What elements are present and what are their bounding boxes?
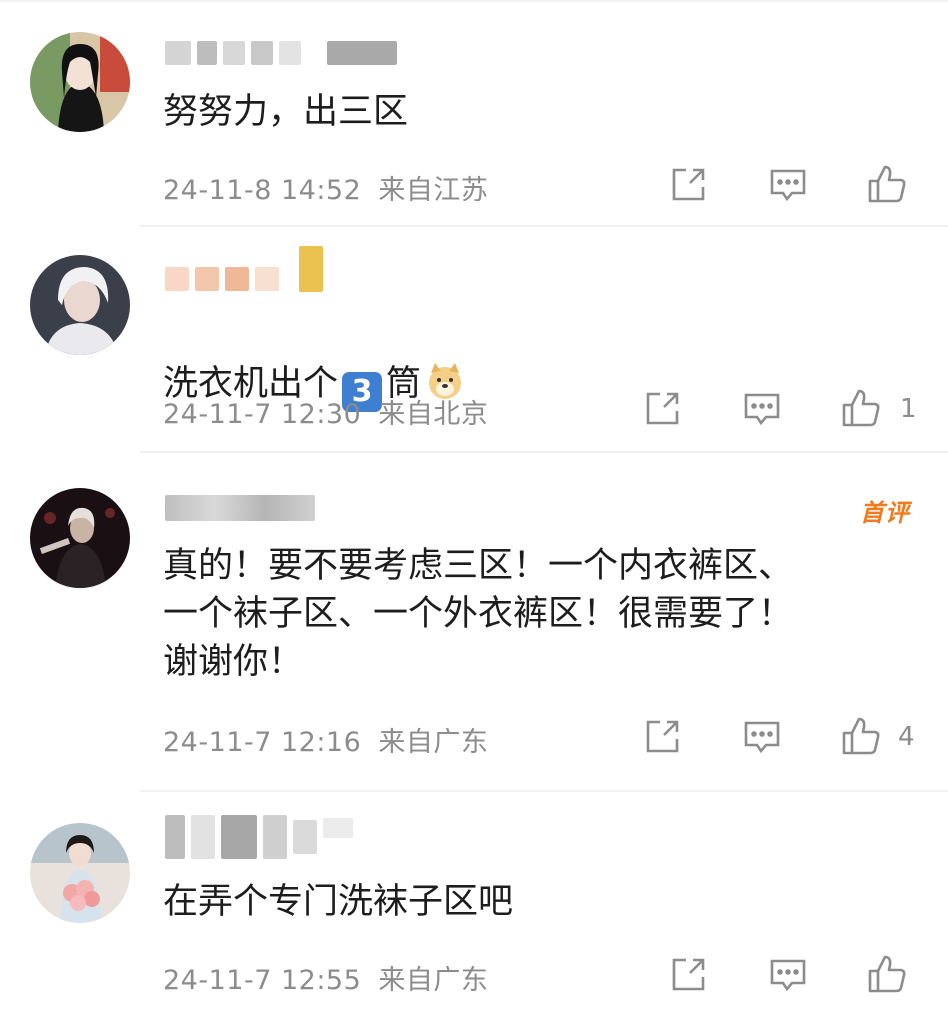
comment-icon[interactable] <box>768 165 808 205</box>
share-icon[interactable] <box>642 389 682 429</box>
like-count: 4 <box>898 722 915 752</box>
separator <box>140 451 948 453</box>
avatar[interactable] <box>30 255 130 355</box>
share-icon[interactable] <box>642 717 682 757</box>
separator <box>140 225 948 227</box>
first-comment-badge: 首评 <box>860 499 910 527</box>
comment-meta: 24-11-7 12:16 来自广东 <box>163 720 488 759</box>
comment-time: 24-11-7 12:55 <box>163 965 362 996</box>
comment-text: 努努力，出三区 <box>163 92 409 132</box>
comment-location: 来自广东 <box>378 727 489 758</box>
comment-text: 真的！要不要考虑三区！一个内衣裤区、 一个袜子区、一个外衣裤区！很需要了！ 谢谢… <box>163 546 794 682</box>
separator <box>140 790 948 792</box>
comment-location: 来自广东 <box>378 965 489 996</box>
share-icon[interactable] <box>668 165 708 205</box>
username-blurred[interactable] <box>165 40 397 66</box>
comment-icon[interactable] <box>742 389 782 429</box>
avatar[interactable] <box>30 488 130 588</box>
comment-icon[interactable] <box>768 955 808 995</box>
avatar[interactable] <box>30 32 130 132</box>
username-blurred[interactable] <box>165 815 353 859</box>
comment-icon[interactable] <box>742 717 782 757</box>
comment-time: 24-11-8 14:52 <box>163 175 362 206</box>
comment-location: 来自北京 <box>378 399 489 430</box>
comment-location: 来自江苏 <box>378 175 489 206</box>
comment-meta: 24-11-7 12:55 来自广东 <box>163 958 488 997</box>
username-blurred[interactable] <box>165 246 323 292</box>
comment-text: 在弄个专门洗袜子区吧 <box>163 882 514 922</box>
like-count: 1 <box>900 394 917 424</box>
comment-meta: 24-11-7 12:30 来自北京 <box>163 392 488 431</box>
top-divider <box>0 0 948 2</box>
share-icon[interactable] <box>668 955 708 995</box>
comment-time: 24-11-7 12:16 <box>163 727 362 758</box>
thumbs-up-icon[interactable] <box>840 715 880 755</box>
thumbs-up-icon[interactable] <box>840 387 880 427</box>
thumbs-up-icon[interactable] <box>866 953 906 993</box>
comment-meta: 24-11-8 14:52 来自江苏 <box>163 168 488 207</box>
avatar[interactable] <box>30 823 130 923</box>
comment-time: 24-11-7 12:30 <box>163 399 362 430</box>
thumbs-up-icon[interactable] <box>866 163 906 203</box>
username-blurred[interactable] <box>165 495 315 521</box>
